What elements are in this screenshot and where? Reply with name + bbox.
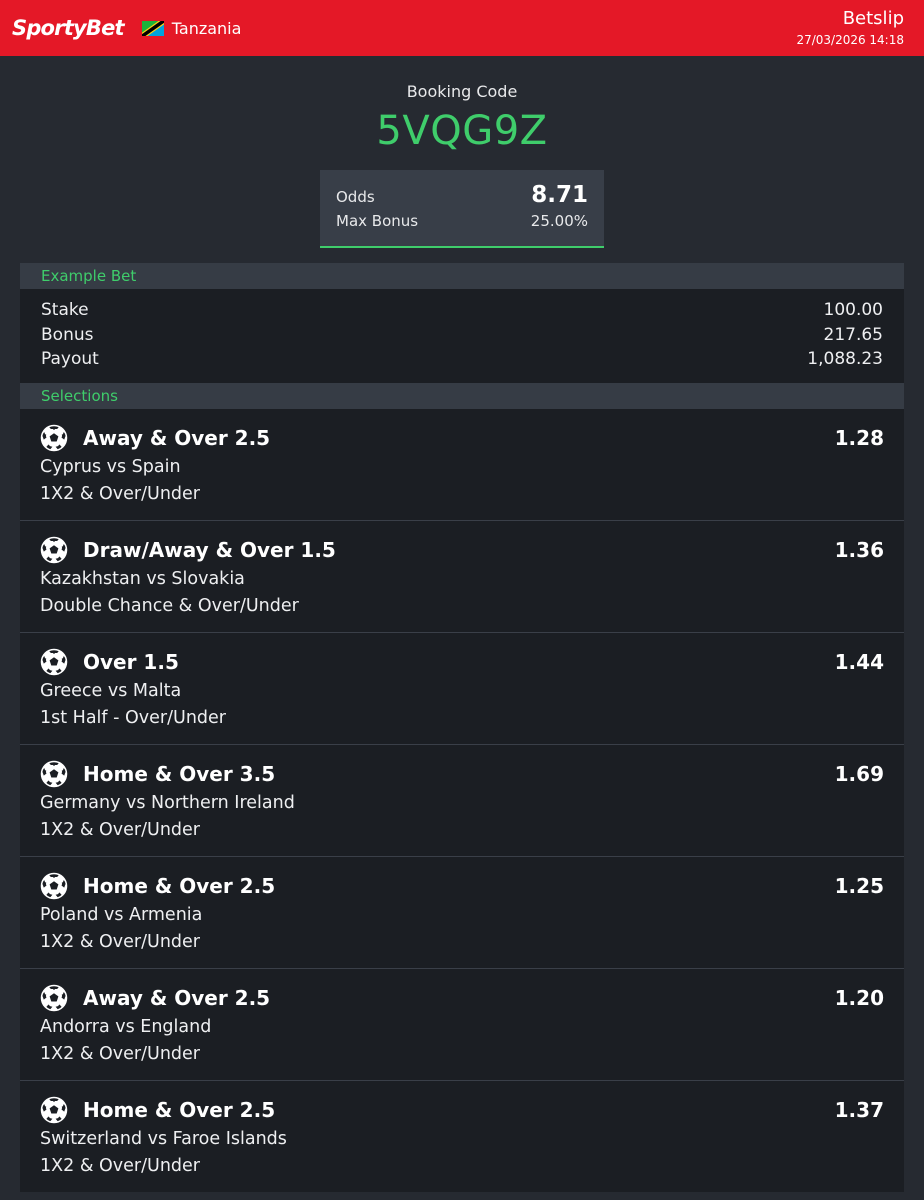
page-title: Betslip — [842, 8, 904, 29]
soccer-ball-icon — [40, 872, 68, 899]
max-bonus-value: 25.00% — [530, 212, 588, 230]
selection-market: 1X2 & Over/Under — [40, 1155, 200, 1176]
slip-datetime: 27/03/2026 14:18 — [796, 33, 904, 47]
selection-match: Germany vs Northern Ireland — [40, 792, 295, 813]
stake-label: Stake — [41, 300, 89, 320]
odds-summary: Odds 8.71 Max Bonus 25.00% — [320, 170, 604, 248]
selection-pick: Home & Over 2.5 — [83, 1097, 276, 1122]
soccer-ball-icon — [40, 760, 68, 787]
selection-pick: Over 1.5 — [83, 649, 179, 674]
selection-match: Andorra vs England — [40, 1016, 212, 1037]
selection-item[interactable]: Away & Over 2.5 1.28 Cyprus vs Spain 1X2… — [20, 408, 904, 521]
tanzania-flag-icon — [141, 20, 164, 36]
selection-match: Switzerland vs Faroe Islands — [40, 1128, 287, 1149]
selection-pick: Home & Over 2.5 — [83, 873, 276, 898]
selection-pick: Home & Over 3.5 — [83, 761, 276, 786]
selection-odds: 1.69 — [834, 761, 884, 786]
selection-market: 1X2 & Over/Under — [40, 483, 200, 504]
selection-market: Double Chance & Over/Under — [40, 595, 299, 616]
selection-odds: 1.44 — [834, 649, 884, 674]
country-label: Tanzania — [171, 18, 242, 38]
app-header: SportyBet Tanzania Betslip 27/03/2026 14… — [0, 0, 924, 56]
selection-item[interactable]: Home & Over 3.5 1.69 Germany vs Northern… — [20, 744, 904, 857]
selection-market: 1X2 & Over/Under — [40, 1043, 200, 1064]
selection-odds: 1.36 — [834, 537, 884, 562]
stake-row: Stake 100.00 — [41, 298, 883, 323]
selection-odds: 1.28 — [834, 425, 884, 450]
selection-market: 1X2 & Over/Under — [40, 819, 200, 840]
selections-header: Selections — [20, 382, 904, 409]
booking-code[interactable]: 5VQG9Z — [0, 107, 924, 155]
max-bonus-label: Max Bonus — [336, 212, 419, 230]
example-bet-header: Example Bet — [20, 263, 904, 289]
selection-odds: 1.25 — [834, 873, 884, 898]
selection-item[interactable]: Draw/Away & Over 1.5 1.36 Kazakhstan vs … — [20, 520, 904, 633]
sportybet-logo[interactable]: SportyBet — [12, 16, 125, 40]
selection-pick: Away & Over 2.5 — [83, 985, 271, 1010]
soccer-ball-icon — [40, 648, 68, 675]
selection-match: Cyprus vs Spain — [40, 456, 181, 477]
max-bonus-row: Max Bonus 25.00% — [336, 212, 588, 230]
selection-item[interactable]: Home & Over 2.5 1.25 Poland vs Armenia 1… — [20, 856, 904, 969]
selection-odds: 1.20 — [834, 985, 884, 1010]
stake-value: 100.00 — [823, 300, 883, 320]
selection-odds: 1.37 — [834, 1097, 884, 1122]
soccer-ball-icon — [40, 536, 68, 563]
payout-label: Payout — [41, 349, 99, 369]
bonus-label: Bonus — [41, 324, 94, 345]
selection-match: Kazakhstan vs Slovakia — [40, 568, 245, 589]
brand: SportyBet Tanzania — [12, 16, 241, 40]
odds-value: 8.71 — [531, 182, 588, 208]
payout-row: Payout 1,088.23 — [41, 347, 883, 372]
booking-code-label: Booking Code — [406, 82, 518, 101]
booking-section: Booking Code 5VQG9Z Odds 8.71 Max Bonus … — [0, 56, 924, 248]
selection-item[interactable]: Home & Over 2.5 1.37 Switzerland vs Faro… — [20, 1080, 904, 1192]
soccer-ball-icon — [40, 424, 68, 451]
bonus-value: 217.65 — [823, 324, 883, 345]
header-info: Betslip 27/03/2026 14:18 — [796, 8, 904, 48]
payout-value: 1,088.23 — [807, 349, 883, 369]
example-bet-body: Stake 100.00 Bonus 217.65 Payout 1,088.2… — [20, 289, 904, 383]
total-odds-row: Odds 8.71 — [336, 182, 588, 208]
betslip-panel: Example Bet Stake 100.00 Bonus 217.65 Pa… — [20, 263, 904, 1192]
selection-match: Greece vs Malta — [40, 680, 182, 701]
soccer-ball-icon — [40, 984, 68, 1011]
selection-item[interactable]: Away & Over 2.5 1.20 Andorra vs England … — [20, 968, 904, 1081]
selection-item[interactable]: Over 1.5 1.44 Greece vs Malta 1st Half -… — [20, 632, 904, 745]
selection-pick: Draw/Away & Over 1.5 — [83, 537, 336, 562]
soccer-ball-icon — [40, 1096, 68, 1123]
odds-label: Odds — [336, 188, 375, 206]
bonus-row: Bonus 217.65 — [41, 323, 883, 348]
selection-market: 1X2 & Over/Under — [40, 931, 200, 952]
selection-list: Away & Over 2.5 1.28 Cyprus vs Spain 1X2… — [20, 408, 904, 1192]
selection-market: 1st Half - Over/Under — [40, 707, 226, 728]
selection-match: Poland vs Armenia — [40, 904, 203, 925]
selection-pick: Away & Over 2.5 — [83, 425, 271, 450]
